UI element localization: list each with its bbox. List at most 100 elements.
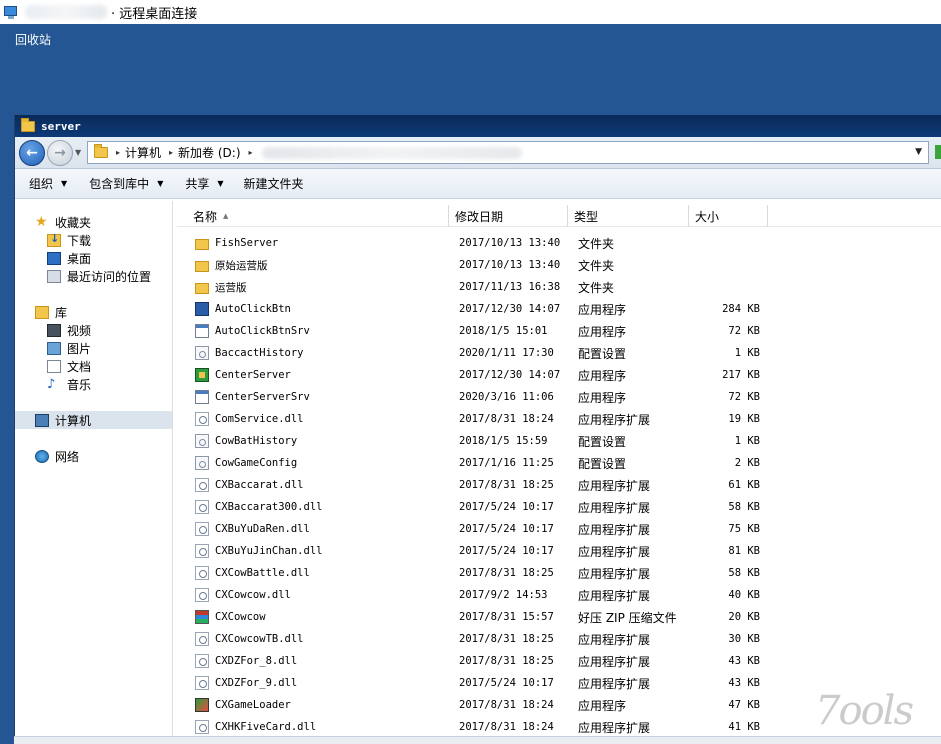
file-date-cell: 2018/1/5 15:01: [459, 325, 548, 337]
file-date-cell: 2017/8/31 18:24: [459, 699, 554, 711]
nav-music[interactable]: ♪ 音乐: [47, 375, 91, 393]
file-row[interactable]: 原始运营版 2017/10/13 13:40 文件夹: [177, 254, 941, 276]
file-row[interactable]: ComService.dll 2017/8/31 18:24 应用程序扩展 19 KB: [177, 408, 941, 430]
file-type-cell: 应用程序扩展: [578, 478, 651, 493]
column-header-date[interactable]: 修改日期: [449, 205, 568, 227]
file-row[interactable]: CXBaccarat300.dll 2017/5/24 10:17 应用程序扩展 58…: [177, 496, 941, 518]
file-row[interactable]: CXBuYuJinChan.dll 2017/5/24 10:17 应用程序扩展 81…: [177, 540, 941, 562]
dll-icon: [195, 544, 209, 558]
file-name-cell[interactable]: CowGameConfig: [177, 456, 449, 470]
nav-downloads[interactable]: 下载: [47, 231, 91, 249]
file-row[interactable]: CXBuYuDaRen.dll 2017/5/24 10:17 应用程序扩展 75 K…: [177, 518, 941, 540]
forward-button[interactable]: →: [47, 139, 73, 166]
file-row[interactable]: AutoClickBtnSrv 2018/1/5 15:01 应用程序 72 KB: [177, 320, 941, 342]
file-row[interactable]: CowGameConfig 2017/1/16 11:25 配置设置 2 KB: [177, 452, 941, 474]
file-name-cell[interactable]: CenterServer: [177, 368, 449, 382]
breadcrumb-drive[interactable]: 新加卷 (D:): [178, 144, 240, 161]
new-folder-button[interactable]: 新建文件夹: [244, 175, 304, 192]
file-date-cell: 2017/8/31 18:24: [459, 413, 554, 425]
file-date-cell: 2017/5/24 10:17: [459, 501, 554, 513]
recycle-bin-label[interactable]: 回收站: [15, 31, 51, 48]
include-in-library-button[interactable]: 包含到库中 ▼: [89, 175, 163, 192]
network-icon: [35, 449, 49, 463]
file-name-cell[interactable]: AutoClickBtn: [177, 302, 449, 316]
file-name-cell[interactable]: 原始运营版: [177, 258, 449, 273]
file-row[interactable]: CenterServerSrv 2020/3/16 11:06 应用程序 72 KB: [177, 386, 941, 408]
nav-favorites[interactable]: ★ 收藏夹: [35, 213, 91, 231]
chevron-right-icon[interactable]: ▸: [116, 148, 120, 157]
file-row[interactable]: CXCowcowTB.dll 2017/8/31 18:25 应用程序扩展 30 KB: [177, 628, 941, 650]
file-row[interactable]: BaccactHistory 2020/1/11 17:30 配置设置 1 KB: [177, 342, 941, 364]
file-date-cell: 2018/1/5 15:59: [459, 435, 548, 447]
watermark: 7ools: [815, 688, 914, 734]
file-name-cell[interactable]: CXHKFiveCard.dll: [177, 720, 449, 734]
nav-videos[interactable]: 视频: [47, 321, 91, 339]
folder-icon: [195, 238, 209, 250]
sort-ascending-icon: ▲: [223, 212, 229, 220]
file-name-cell[interactable]: CXCowcowTB.dll: [177, 632, 449, 646]
file-name-cell[interactable]: CXDZFor_9.dll: [177, 676, 449, 690]
file-row[interactable]: FishServer 2017/10/13 13:40 文件夹: [177, 232, 941, 254]
file-type-cell: 应用程序扩展: [578, 632, 651, 647]
file-size-cell: 1 KB: [734, 347, 760, 359]
file-date-cell: 2017/10/13 13:40: [459, 259, 561, 271]
zip-icon: [195, 610, 209, 624]
nav-libraries[interactable]: 库: [35, 303, 67, 321]
address-box[interactable]: ▸ 计算机 ▸ 新加卷 (D:) ▸ ▼: [87, 141, 929, 164]
history-dropdown-icon[interactable]: ▼: [75, 148, 81, 157]
file-name-cell[interactable]: CXBaccarat300.dll: [177, 500, 449, 514]
file-name-cell[interactable]: FishServer: [177, 237, 449, 250]
file-type-cell: 配置设置: [578, 346, 627, 361]
breadcrumb-computer[interactable]: 计算机: [125, 144, 161, 161]
file-name-cell[interactable]: BaccactHistory: [177, 346, 449, 360]
address-dropdown-icon[interactable]: ▼: [915, 147, 922, 157]
file-size-cell: 30 KB: [728, 633, 760, 645]
refresh-icon[interactable]: [935, 145, 941, 159]
file-size-cell: 217 KB: [722, 369, 760, 381]
file-name-cell[interactable]: 运营版: [177, 280, 449, 295]
file-name-cell[interactable]: AutoClickBtnSrv: [177, 324, 449, 338]
file-name-cell[interactable]: CXBuYuDaRen.dll: [177, 522, 449, 536]
chevron-right-icon[interactable]: ▸: [249, 148, 253, 157]
file-name-cell[interactable]: CowBatHistory: [177, 434, 449, 448]
nav-network[interactable]: 网络: [35, 447, 79, 465]
file-row[interactable]: CXBaccarat.dll 2017/8/31 18:25 应用程序扩展 61 KB: [177, 474, 941, 496]
window-title-bar[interactable]: server: [15, 115, 941, 137]
file-row[interactable]: AutoClickBtn 2017/12/30 14:07 应用程序 284 KB: [177, 298, 941, 320]
column-header-type[interactable]: 类型: [568, 205, 689, 227]
file-row[interactable]: CenterServer 2017/12/30 14:07 应用程序 217 KB: [177, 364, 941, 386]
file-row[interactable]: CXCowcow.dll 2017/9/2 14:53 应用程序扩展 40 KB: [177, 584, 941, 606]
file-type-cell: 应用程序扩展: [578, 412, 651, 427]
dll-icon: [195, 676, 209, 690]
file-row[interactable]: 运营版 2017/11/13 16:38 文件夹: [177, 276, 941, 298]
back-button[interactable]: ←: [19, 139, 45, 166]
file-name-cell[interactable]: CenterServerSrv: [177, 390, 449, 404]
share-button[interactable]: 共享 ▼: [185, 175, 223, 192]
file-type-cell: 应用程序扩展: [578, 566, 651, 581]
file-name-cell[interactable]: CXCowcow: [177, 610, 449, 624]
nav-pictures[interactable]: 图片: [47, 339, 91, 357]
file-name-cell[interactable]: CXCowBattle.dll: [177, 566, 449, 580]
file-name-cell[interactable]: CXGameLoader: [177, 698, 449, 712]
nav-desktop[interactable]: 桌面: [47, 249, 91, 267]
column-header-size[interactable]: 大小: [689, 205, 768, 227]
organize-button[interactable]: 组织 ▼: [29, 175, 67, 192]
nav-documents[interactable]: 文档: [47, 357, 91, 375]
file-size-cell: 40 KB: [728, 589, 760, 601]
file-row[interactable]: CXCowcow 2017/8/31 15:57 好压 ZIP 压缩文件 20 KB: [177, 606, 941, 628]
file-name-cell[interactable]: CXDZFor_8.dll: [177, 654, 449, 668]
file-name-cell[interactable]: CXBuYuJinChan.dll: [177, 544, 449, 558]
rdp-title-bar: · 远程桌面连接: [0, 0, 941, 24]
nav-recent[interactable]: 最近访问的位置: [47, 267, 151, 285]
folder-icon: [195, 282, 209, 294]
column-header-name[interactable]: 名称 ▲: [177, 205, 449, 227]
file-name-cell[interactable]: CXCowcow.dll: [177, 588, 449, 602]
file-name-cell[interactable]: ComService.dll: [177, 412, 449, 426]
chevron-right-icon[interactable]: ▸: [169, 148, 173, 157]
file-row[interactable]: CXDZFor_8.dll 2017/8/31 18:25 应用程序扩展 43 KB: [177, 650, 941, 672]
file-row[interactable]: CXCowBattle.dll 2017/8/31 18:25 应用程序扩展 58 K…: [177, 562, 941, 584]
file-name-cell[interactable]: CXBaccarat.dll: [177, 478, 449, 492]
file-row[interactable]: CowBatHistory 2018/1/5 15:59 配置设置 1 KB: [177, 430, 941, 452]
nav-computer[interactable]: 计算机: [15, 411, 172, 429]
file-size-cell: 19 KB: [728, 413, 760, 425]
